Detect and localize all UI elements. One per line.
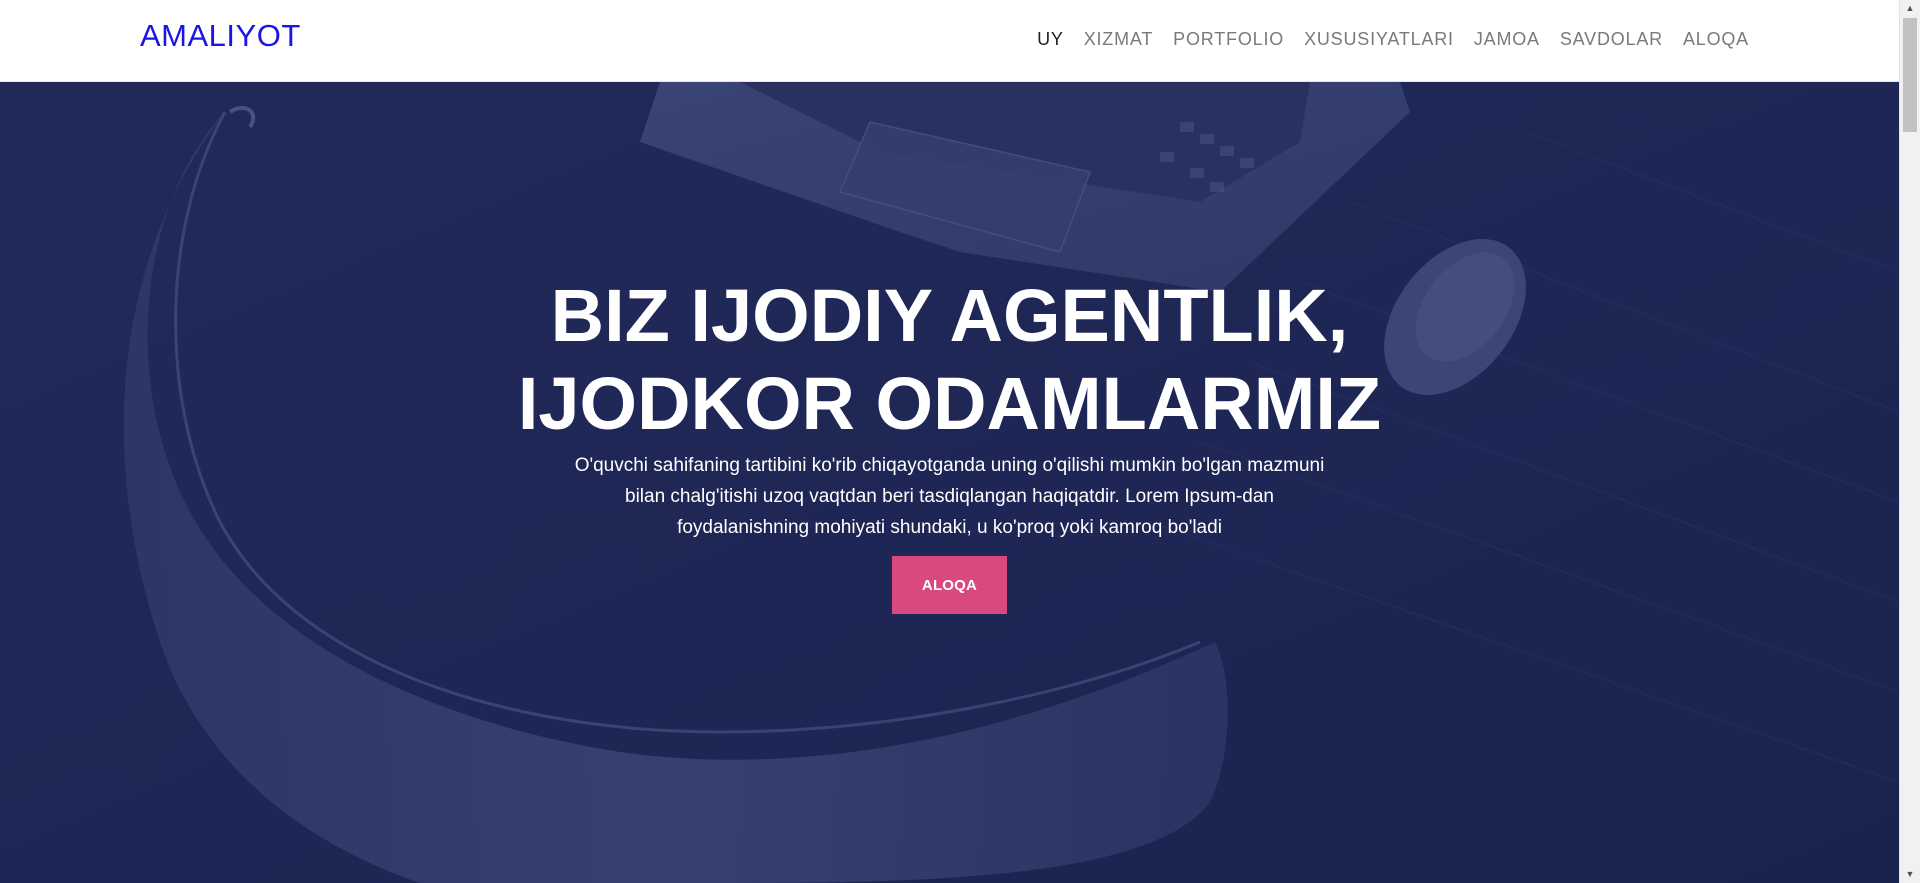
hero-description: O'quvchi sahifaning tartibini ko'rib chi… — [574, 455, 1325, 538]
chevron-up-icon[interactable]: ▲ — [1900, 0, 1920, 17]
nav-item-savdolar[interactable]: SAVDOLAR — [1560, 29, 1663, 50]
nav-item-portfolio[interactable]: PORTFOLIO — [1173, 29, 1284, 50]
nav-menu: UY XIZMAT PORTFOLIO XUSUSIYATLARI JAMOA … — [1017, 0, 1749, 78]
nav-item-aloqa[interactable]: ALOQA — [1683, 29, 1749, 50]
brand-logo[interactable]: AMALIYOT — [140, 18, 301, 54]
nav-item-jamoa[interactable]: JAMOA — [1474, 29, 1540, 50]
hero-title: BIZ IJODIY AGENTLIK, IJODKOR ODAMLARMIZ — [517, 274, 1382, 445]
hero-section: BIZ IJODIY AGENTLIK, IJODKOR ODAMLARMIZ … — [0, 82, 1899, 883]
nav-item-xizmat[interactable]: XIZMAT — [1084, 29, 1153, 50]
nav-item-uy[interactable]: UY — [1037, 29, 1064, 50]
contact-button[interactable]: ALOQA — [892, 556, 1007, 614]
navbar: AMALIYOT UY XIZMAT PORTFOLIO XUSUSIYATLA… — [0, 0, 1899, 82]
scrollbar-thumb[interactable] — [1903, 18, 1917, 132]
chevron-down-icon[interactable]: ▼ — [1900, 866, 1920, 883]
page-scrollbar[interactable]: ▲ ▼ — [1899, 0, 1920, 883]
nav-item-xususiyatlari[interactable]: XUSUSIYATLARI — [1304, 29, 1454, 50]
hero-content: BIZ IJODIY AGENTLIK, IJODKOR ODAMLARMIZ … — [0, 82, 1899, 883]
page: AMALIYOT UY XIZMAT PORTFOLIO XUSUSIYATLA… — [0, 0, 1920, 883]
